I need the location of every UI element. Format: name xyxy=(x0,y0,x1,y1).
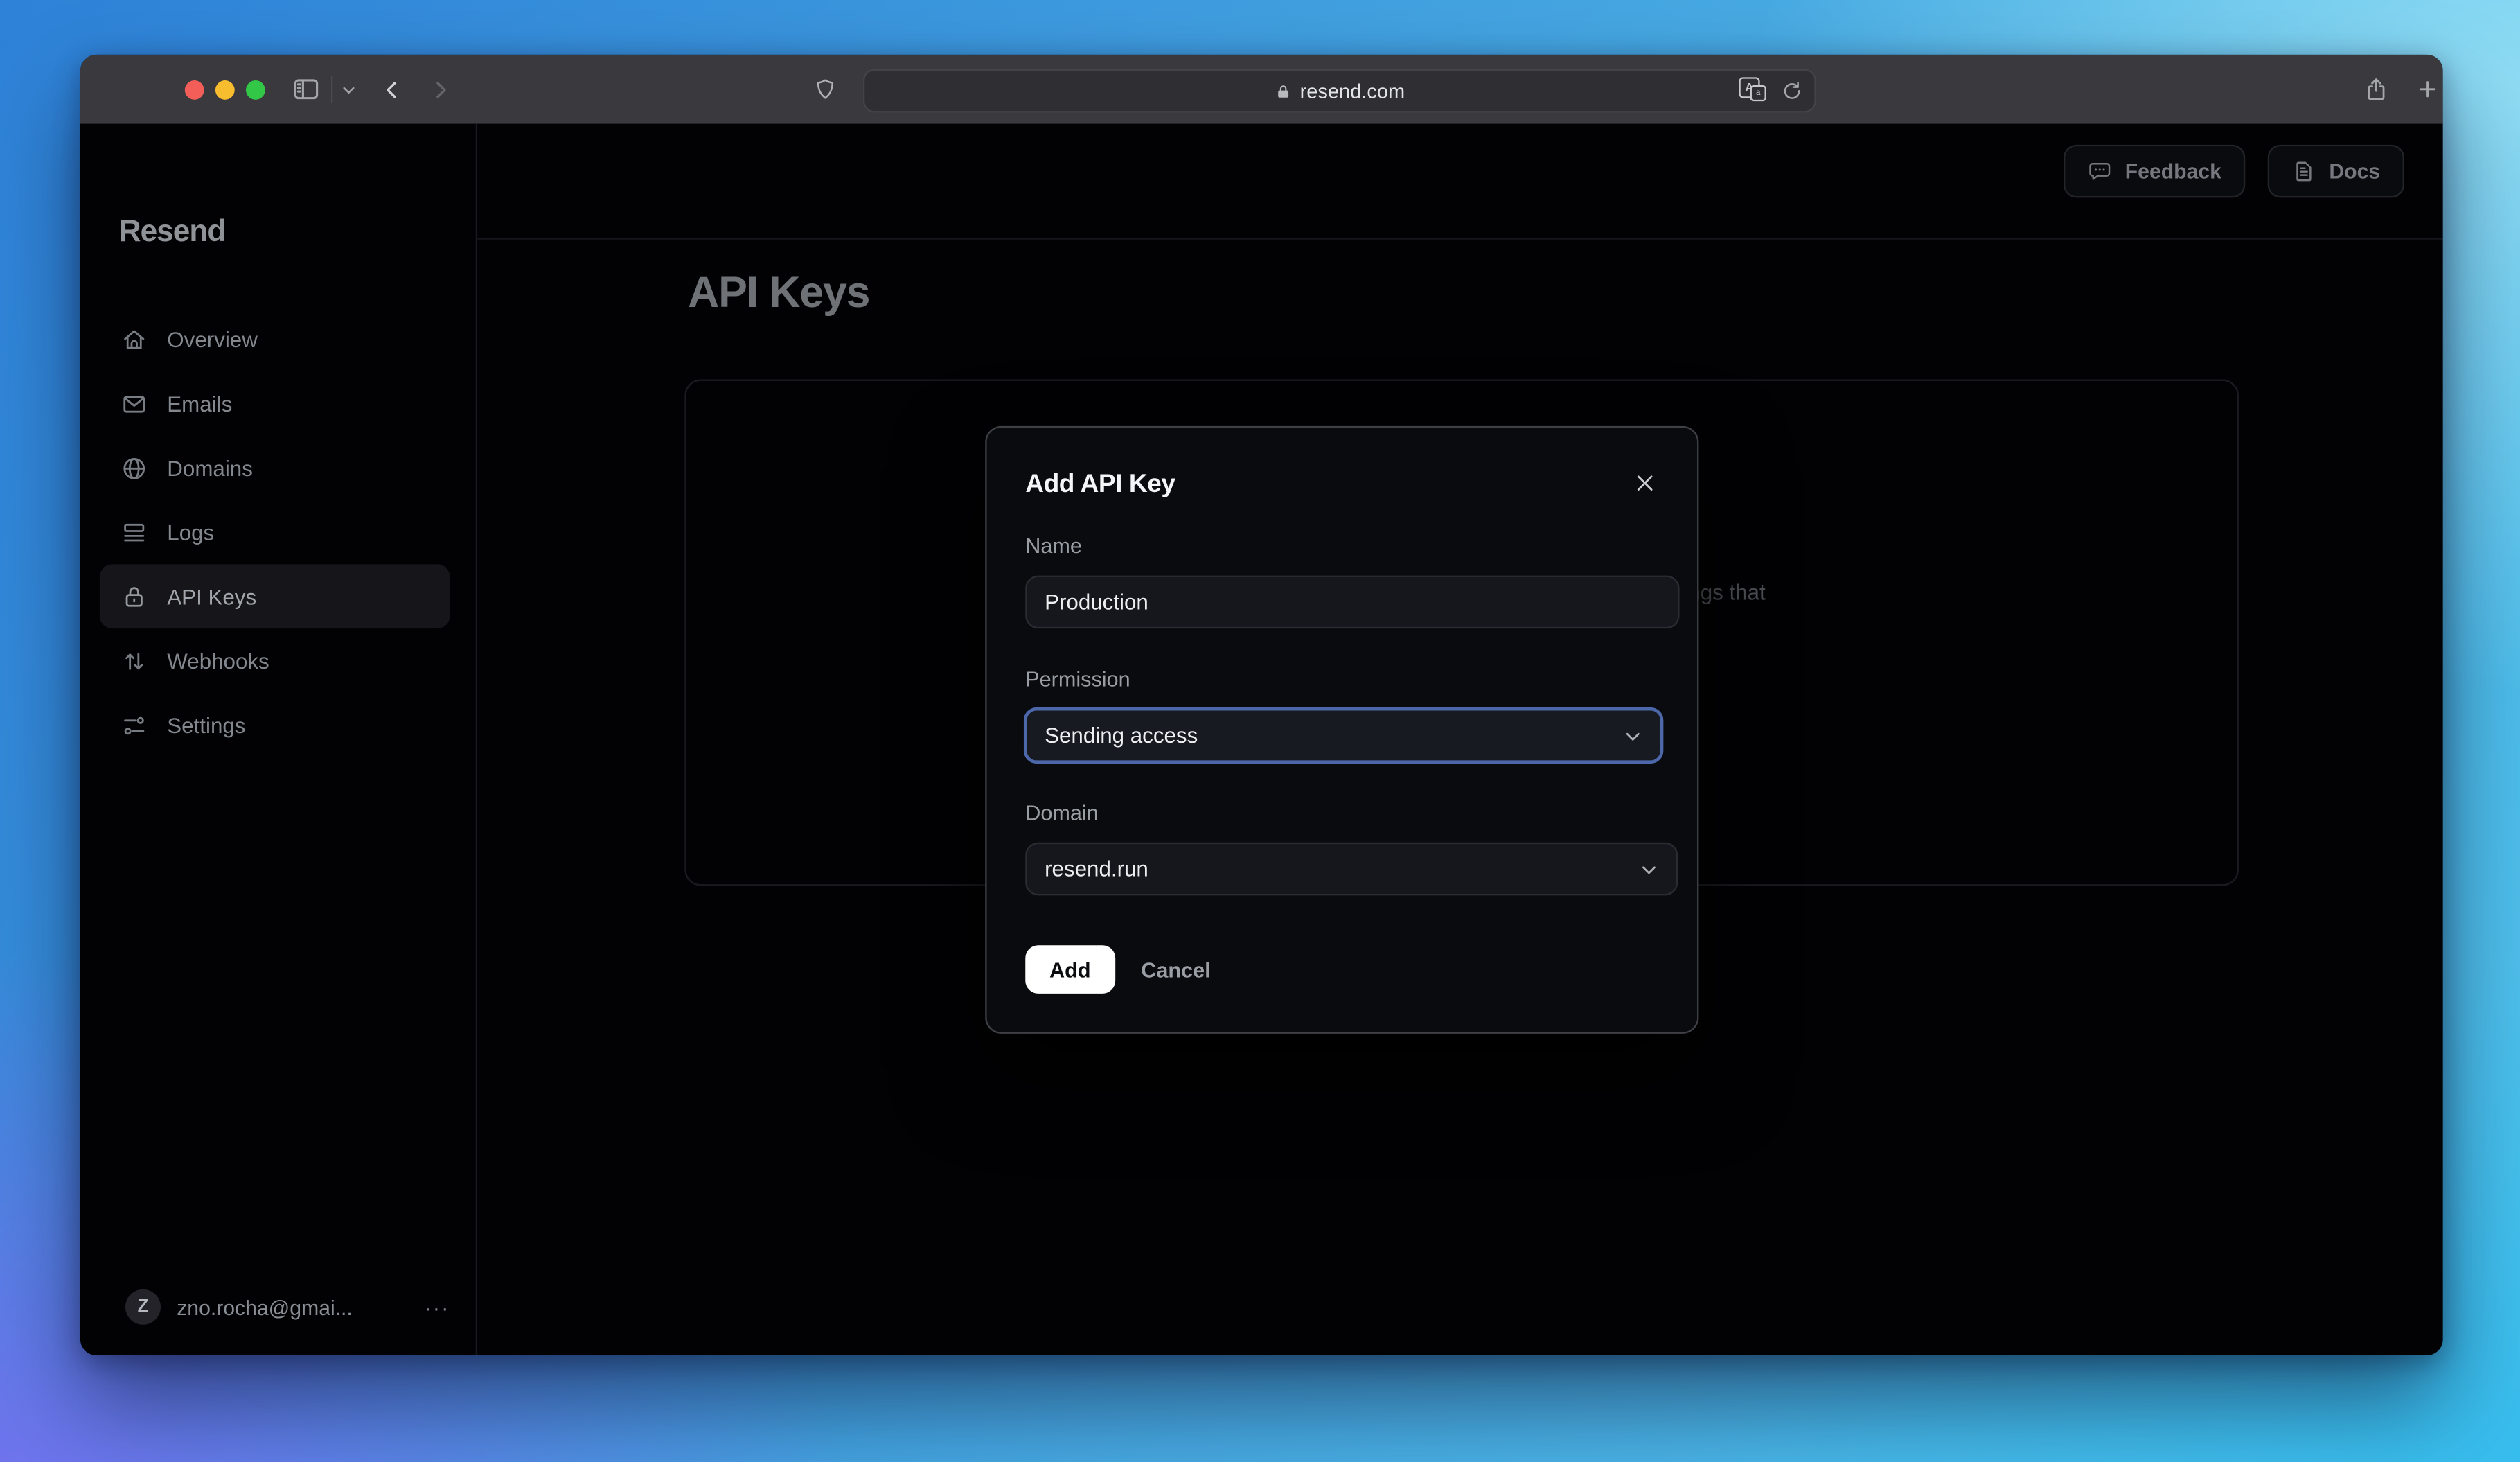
docs-button[interactable]: Docs xyxy=(2268,144,2404,198)
header-divider xyxy=(477,238,2443,240)
sidebar-item-label: Webhooks xyxy=(167,649,269,673)
sidebar-toggle-button[interactable] xyxy=(285,55,326,124)
chevron-down-icon xyxy=(1638,858,1660,880)
shield-icon xyxy=(813,76,837,103)
resend-logo: Resend xyxy=(118,215,227,249)
sidebar-item-label: Settings xyxy=(167,712,246,737)
globe-icon xyxy=(121,454,148,481)
tab-group-menu-button[interactable] xyxy=(335,55,364,124)
traffic-light-close[interactable] xyxy=(184,80,204,100)
forward-button[interactable] xyxy=(423,55,458,124)
address-bar[interactable]: resend.com A a xyxy=(862,69,1816,113)
avatar: Z xyxy=(125,1289,161,1325)
account-email: zno.rocha@gmai... xyxy=(177,1294,353,1319)
modal-title: Add API Key xyxy=(1025,470,1175,499)
chevron-down-icon xyxy=(341,81,357,97)
privacy-report-button[interactable] xyxy=(807,55,842,124)
sidebar-item-label: Overview xyxy=(167,327,258,351)
logs-icon xyxy=(121,518,148,545)
docs-label: Docs xyxy=(2329,159,2381,184)
traffic-light-minimize[interactable] xyxy=(215,80,235,100)
account-row[interactable]: Z zno.rocha@gmai... ··· xyxy=(125,1287,456,1326)
name-label: Name xyxy=(1025,534,1082,558)
page-title: API Keys xyxy=(688,268,870,317)
traffic-light-zoom[interactable] xyxy=(245,80,265,100)
docs-icon xyxy=(2292,159,2316,184)
toolbar-divider xyxy=(330,76,333,103)
sidebar-item-label: Domains xyxy=(167,455,253,480)
name-input[interactable] xyxy=(1025,575,1680,629)
mail-icon xyxy=(121,390,148,417)
permission-label: Permission xyxy=(1025,667,1130,692)
share-icon xyxy=(2361,76,2388,103)
sidebar-toggle-icon xyxy=(290,74,321,105)
forward-icon xyxy=(427,76,453,102)
domain-select[interactable]: resend.run xyxy=(1025,842,1678,896)
new-tab-button[interactable] xyxy=(2408,55,2443,124)
sidebar-item-webhooks[interactable]: Webhooks xyxy=(100,628,450,693)
sliders-icon xyxy=(121,712,148,739)
account-menu-ellipsis-icon[interactable]: ··· xyxy=(425,1295,456,1319)
desktop: resend.com A a Resend Overview Emails Do… xyxy=(0,0,2520,1462)
sidebar-item-emails[interactable]: Emails xyxy=(100,371,450,436)
reload-icon[interactable] xyxy=(1781,79,1802,100)
sidebar-item-label: Logs xyxy=(167,520,215,545)
feedback-label: Feedback xyxy=(2124,159,2221,184)
sidebar: Resend Overview Emails Domains Logs API … xyxy=(80,123,478,1355)
permission-value: Sending access xyxy=(1045,723,1198,748)
sidebar-item-api-keys[interactable]: API Keys xyxy=(99,564,450,629)
sidebar-item-label: Emails xyxy=(167,391,233,416)
browser-window: resend.com A a Resend Overview Emails Do… xyxy=(80,54,2443,1355)
sidebar-item-overview[interactable]: Overview xyxy=(100,307,450,371)
back-icon xyxy=(380,76,405,102)
cancel-button[interactable]: Cancel xyxy=(1141,945,1210,994)
add-button[interactable]: Add xyxy=(1025,945,1115,994)
domain-value: resend.run xyxy=(1045,856,1148,881)
plus-icon xyxy=(2415,77,2439,101)
close-button[interactable] xyxy=(1625,463,1664,502)
lock-icon xyxy=(1275,81,1293,100)
feedback-button[interactable]: Feedback xyxy=(2064,144,2246,198)
sidebar-item-logs[interactable]: Logs xyxy=(100,500,450,565)
home-icon xyxy=(121,326,148,353)
sidebar-item-label: API Keys xyxy=(167,584,257,609)
translate-icon[interactable]: A a xyxy=(1739,77,1766,102)
share-button[interactable] xyxy=(2356,55,2395,124)
sidebar-nav: Overview Emails Domains Logs API Keys We… xyxy=(99,307,450,757)
browser-toolbar: resend.com A a xyxy=(80,54,2443,125)
header-actions: Feedback Docs xyxy=(2064,144,2404,198)
add-api-key-modal: Add API Key Name Permission Sending acce… xyxy=(985,425,1699,1034)
url-text: resend.com xyxy=(1299,79,1405,103)
arrows-up-down-icon xyxy=(121,647,148,674)
domain-label: Domain xyxy=(1025,800,1099,825)
permission-select[interactable]: Sending access xyxy=(1023,707,1664,764)
back-button[interactable] xyxy=(375,55,410,124)
lock-icon xyxy=(121,583,148,610)
chevron-down-icon xyxy=(1622,724,1644,746)
feedback-bubble-icon xyxy=(2088,159,2112,184)
close-icon xyxy=(1632,470,1656,495)
sidebar-item-settings[interactable]: Settings xyxy=(100,693,450,757)
sidebar-item-domains[interactable]: Domains xyxy=(100,436,450,500)
